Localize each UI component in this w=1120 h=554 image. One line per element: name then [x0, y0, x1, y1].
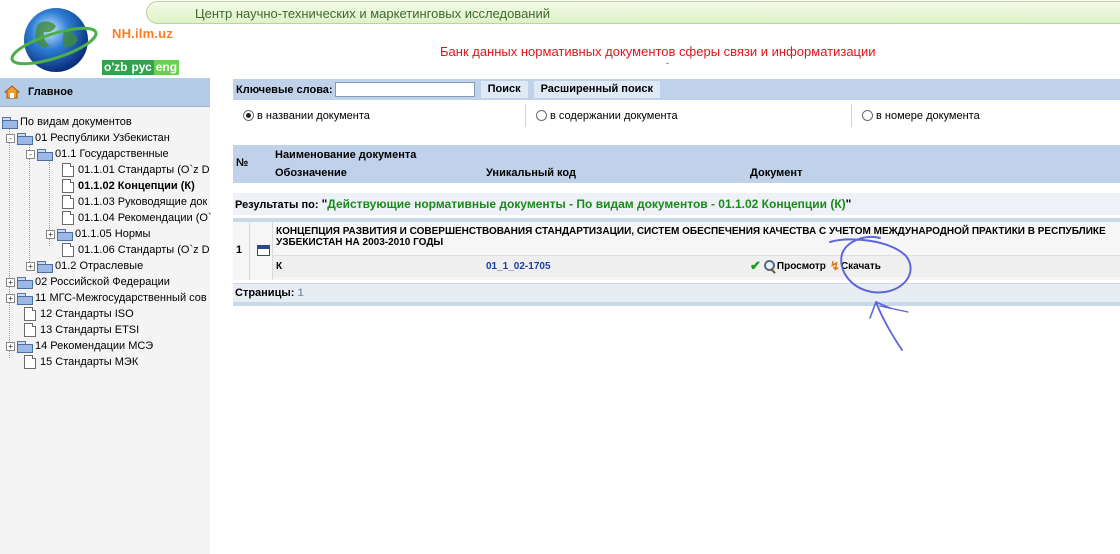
tree-item-uzbekistan[interactable]: - 01 Республики Узбекистан: [6, 130, 170, 146]
document-window-icon[interactable]: [257, 245, 270, 256]
keywords-label: Ключевые слова:: [236, 83, 333, 96]
folder-open-icon: [2, 116, 18, 129]
download-link[interactable]: Скачать: [841, 261, 881, 272]
document-icon: [62, 179, 74, 193]
site-name[interactable]: NH.ilm.uz: [112, 26, 173, 41]
collapse-icon[interactable]: -: [6, 133, 15, 143]
document-title: КОНЦЕПЦИЯ РАЗВИТИЯ И СОВЕРШЕНСТВОВАНИЯ С…: [276, 226, 1106, 248]
document-designation: К: [276, 261, 283, 272]
left-panel: Главное По видам документов - 01 Республ…: [0, 78, 212, 554]
keywords-input[interactable]: [334, 82, 475, 97]
download-icon[interactable]: ↯: [830, 259, 840, 273]
results-summary: Результаты по: "Действующие нормативные …: [233, 193, 1120, 215]
tree-item-norms[interactable]: + 01.1.05 Нормы: [46, 226, 150, 242]
checkmark-icon: ✔: [750, 258, 761, 273]
advanced-search-button[interactable]: Расширенный поиск: [533, 81, 661, 98]
tree-item-state[interactable]: - 01.1 Государственные: [26, 146, 169, 162]
magnifier-icon[interactable]: [763, 259, 776, 273]
home-nav-item[interactable]: Главное: [0, 78, 210, 107]
expand-icon[interactable]: +: [26, 261, 35, 271]
document-icon: [62, 243, 74, 257]
col-code-header: Уникальный код: [486, 167, 576, 179]
radio-in-title[interactable]: [243, 110, 254, 121]
top-banner: Центр научно-технических и маркетинговых…: [146, 1, 1120, 24]
search-button[interactable]: Поиск: [480, 81, 528, 98]
page-title: Банк данных нормативных документов сферы…: [440, 44, 876, 59]
view-link[interactable]: Просмотр: [777, 261, 826, 272]
tree-item-industry[interactable]: + 01.2 Отраслевые: [26, 258, 143, 274]
document-icon: [62, 211, 74, 225]
tree-item-by-type[interactable]: По видам документов: [2, 114, 132, 130]
expand-icon[interactable]: +: [6, 341, 15, 351]
lang-russian-link[interactable]: рус: [130, 60, 154, 75]
tree-item-concepts[interactable]: 01.1.02 Концепции (К): [62, 178, 195, 194]
pagination: Страницы: 1: [233, 283, 1120, 302]
tree-item-russia[interactable]: + 02 Российской Федерации: [6, 274, 170, 290]
document-actions: ✔ Просмотр ↯ Скачать: [750, 258, 881, 274]
page-title-suffix: -: [666, 58, 669, 68]
divider: [233, 302, 1120, 306]
collapse-icon[interactable]: -: [26, 149, 35, 159]
lang-english-link[interactable]: eng: [153, 60, 180, 75]
col-name-header: Наименование документа: [275, 149, 417, 161]
globe-logo-icon: [10, 8, 98, 72]
pages-label: Страницы:: [235, 287, 295, 299]
col-document-header: Документ: [750, 167, 803, 179]
tree-item-etsi[interactable]: 13 Стандарты ETSI: [24, 322, 139, 338]
search-bar: Ключевые слова: Поиск Расширенный поиск: [233, 79, 1120, 100]
tree-item-recommendations[interactable]: 01.1.04 Рекомендации (O`: [62, 210, 212, 226]
results-prefix: Результаты по:: [235, 199, 322, 211]
document-code-link[interactable]: 01_1_02-1705: [486, 261, 551, 272]
option-in-number[interactable]: в номере документа: [851, 104, 1120, 127]
folder-icon: [17, 276, 33, 289]
search-scope-options: в названии документа в содержании докуме…: [233, 104, 1120, 127]
tree-item-standards-06[interactable]: 01.1.06 Стандарты (O`z D: [62, 242, 210, 258]
page-number-link[interactable]: 1: [297, 287, 303, 299]
table-row: 1 КОНЦЕПЦИЯ РАЗВИТИЯ И СОВЕРШЕНСТВОВАНИЯ…: [233, 222, 1120, 280]
home-icon: [4, 85, 20, 99]
folder-open-icon: [17, 132, 33, 145]
document-details: К 01_1_02-1705 ✔ Просмотр ↯ Скачать: [273, 255, 1120, 277]
col-designation-header: Обозначение: [275, 167, 347, 179]
radio-in-number[interactable]: [862, 110, 873, 121]
home-label: Главное: [28, 86, 74, 98]
document-icon: [24, 355, 36, 369]
folder-icon: [17, 292, 33, 305]
document-icon: [24, 307, 36, 321]
document-icon: [62, 195, 74, 209]
folder-icon: [17, 340, 33, 353]
document-icon: [62, 163, 74, 177]
tree-item-iec[interactable]: 15 Стандарты МЭК: [24, 354, 138, 370]
expand-icon[interactable]: +: [6, 293, 15, 303]
option-in-title[interactable]: в названии документа: [233, 104, 525, 127]
tree-item-iso[interactable]: 12 Стандарты ISO: [24, 306, 134, 322]
results-filter-path: Действующие нормативные документы - По в…: [327, 197, 846, 211]
expand-icon[interactable]: +: [46, 229, 55, 239]
folder-icon: [37, 260, 53, 273]
col-number-header: №: [236, 157, 249, 169]
folder-open-icon: [37, 148, 53, 161]
document-icon: [24, 323, 36, 337]
tree-item-itu[interactable]: + 14 Рекомендации МСЭ: [6, 338, 153, 354]
tree-item-mgs[interactable]: + 11 МГС-Межгосударственный сов: [6, 290, 207, 306]
option-in-content[interactable]: в содержании документа: [525, 104, 852, 127]
results-table-header: № Наименование документа Обозначение Уни…: [233, 145, 1120, 183]
folder-icon: [57, 228, 73, 241]
tree-item-standards-01[interactable]: 01.1.01 Стандарты (O`z D: [62, 162, 210, 178]
row-number: 1: [236, 244, 243, 256]
expand-icon[interactable]: +: [6, 277, 15, 287]
radio-in-content[interactable]: [536, 110, 547, 121]
tree-item-guidelines[interactable]: 01.1.03 Руководящие док: [62, 194, 207, 210]
lang-uzbek-link[interactable]: o'zb: [102, 60, 130, 75]
language-switcher: o'zb рус eng: [102, 60, 180, 75]
